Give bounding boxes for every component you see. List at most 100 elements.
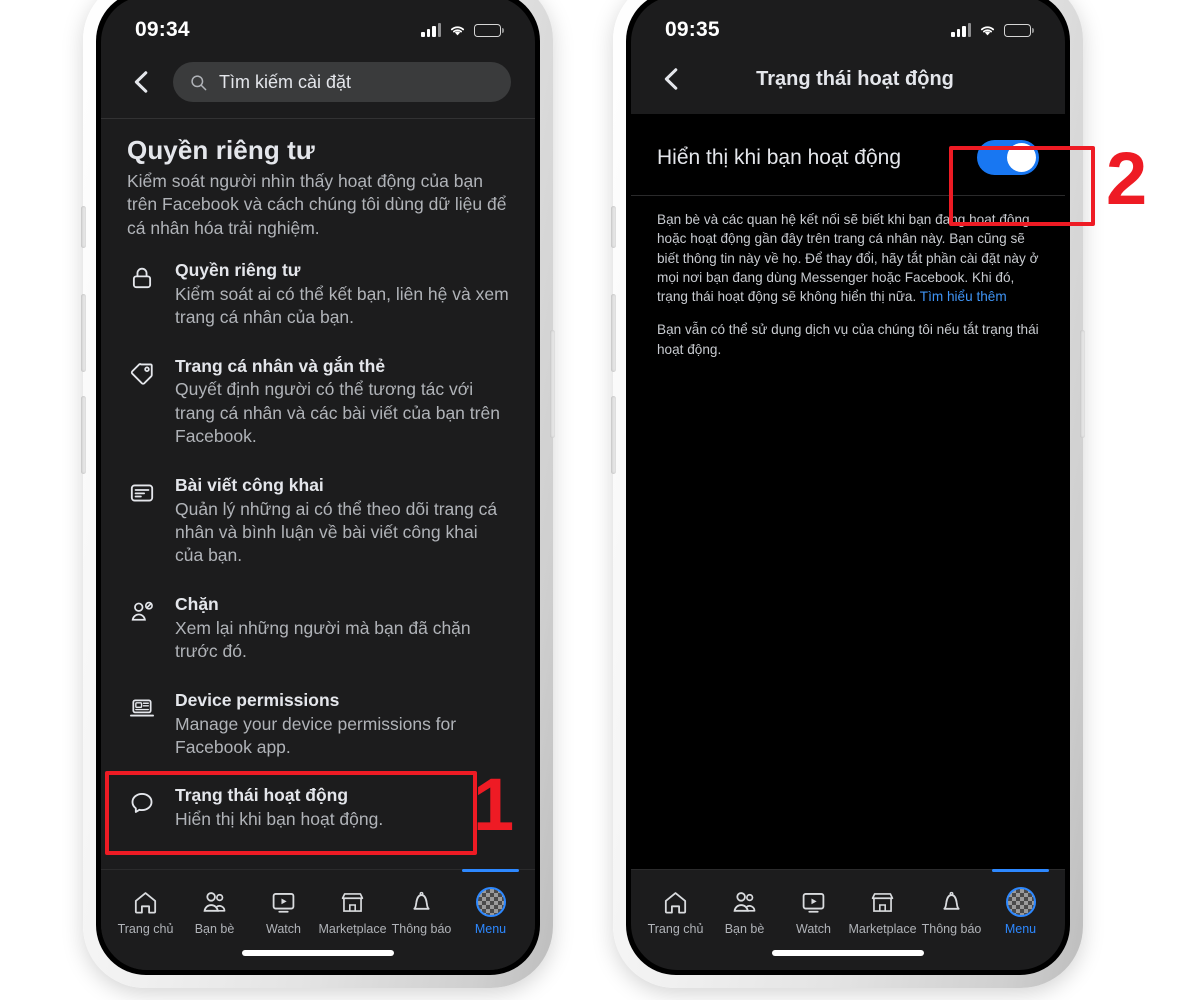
list-item-desc: Quyết định người có thể tương tác với tr… bbox=[175, 379, 500, 447]
tab-menu[interactable]: Menu bbox=[986, 869, 1055, 936]
tab-home[interactable]: Trang chủ bbox=[111, 880, 180, 936]
tab-watch[interactable]: Watch bbox=[249, 880, 318, 936]
tag-icon bbox=[127, 359, 157, 389]
settings-list: Quyền riêng tư Kiểm soát ai có thể kết b… bbox=[101, 244, 535, 856]
tab-label: Thông báo bbox=[921, 922, 982, 936]
watch-play-icon bbox=[800, 888, 827, 916]
search-input[interactable]: Tìm kiếm cài đặt bbox=[173, 62, 511, 102]
laptop-icon bbox=[127, 693, 157, 723]
watch-play-icon bbox=[270, 888, 297, 916]
tab-label: Bạn bè bbox=[724, 922, 765, 936]
friends-icon bbox=[201, 888, 228, 916]
list-item-device-permissions[interactable]: Device permissions Manage your device pe… bbox=[127, 690, 509, 760]
status-time: 09:34 bbox=[135, 18, 190, 41]
step-marker-2: 2 bbox=[1106, 137, 1148, 220]
tab-friends[interactable]: Bạn bè bbox=[710, 880, 779, 936]
tab-friends[interactable]: Bạn bè bbox=[180, 880, 249, 936]
settings-content: Quyền riêng tư Kiểm soát người nhìn thấy… bbox=[101, 119, 535, 869]
description-block: Bạn bè và các quan hệ kết nối sẽ biết kh… bbox=[631, 196, 1065, 359]
storefront-icon bbox=[339, 888, 366, 916]
tab-bar-right: Trang chủ Bạn bè Watch Marketplace Thông… bbox=[631, 869, 1065, 936]
silent-switch-button[interactable] bbox=[611, 206, 616, 248]
search-placeholder: Tìm kiếm cài đặt bbox=[219, 71, 352, 92]
list-item-desc: Kiểm soát ai có thể kết bạn, liên hệ và … bbox=[175, 283, 509, 328]
description-paragraph-2: Bạn vẫn có thể sử dụng dịch vụ của chúng… bbox=[657, 322, 1039, 357]
screen-left: 09:34 Tìm kiếm cài đặt Quyền riêng tư Ki… bbox=[101, 0, 535, 970]
home-indicator[interactable] bbox=[772, 950, 924, 956]
home-icon bbox=[132, 888, 159, 916]
list-item-title: Device permissions bbox=[175, 689, 340, 710]
power-button[interactable] bbox=[1080, 330, 1085, 438]
page-subtitle: Kiểm soát người nhìn thấy hoạt động của … bbox=[127, 171, 507, 238]
cellular-signal-icon bbox=[421, 23, 441, 37]
learn-more-link[interactable]: Tìm hiểu thêm bbox=[920, 289, 1007, 304]
active-tab-indicator bbox=[992, 869, 1049, 872]
volume-down-button[interactable] bbox=[81, 396, 86, 474]
volume-up-button[interactable] bbox=[81, 294, 86, 372]
tab-label: Watch bbox=[266, 922, 301, 936]
nav-bar-right: Trạng thái hoạt động bbox=[631, 52, 1065, 114]
tab-label: Trang chủ bbox=[647, 922, 704, 936]
battery-icon bbox=[1004, 23, 1034, 37]
switch-knob bbox=[1007, 143, 1036, 172]
list-item-profile-tagging[interactable]: Trang cá nhân và gắn thẻ Quyết định ngườ… bbox=[127, 356, 509, 449]
article-icon bbox=[127, 478, 157, 508]
tab-menu[interactable]: Menu bbox=[456, 869, 525, 936]
storefront-icon bbox=[869, 888, 896, 916]
phone-device-right: 09:35 Trạng thái hoạt động Hiển thị khi … bbox=[611, 0, 1095, 988]
active-status-content: Hiển thị khi bạn hoạt động Bạn bè và các… bbox=[631, 114, 1065, 869]
back-button[interactable] bbox=[125, 65, 159, 99]
tab-label: Marketplace bbox=[318, 922, 387, 936]
silent-switch-button[interactable] bbox=[81, 206, 86, 248]
list-item-title: Quyền riêng tư bbox=[175, 259, 301, 280]
description-paragraph-1: Bạn bè và các quan hệ kết nối sẽ biết kh… bbox=[657, 212, 1039, 305]
volume-down-button[interactable] bbox=[611, 396, 616, 474]
back-button[interactable] bbox=[655, 62, 689, 96]
list-item-privacy[interactable]: Quyền riêng tư Kiểm soát ai có thể kết b… bbox=[127, 260, 509, 330]
tab-label: Trang chủ bbox=[117, 922, 174, 936]
list-item-title: Trang cá nhân và gắn thẻ bbox=[175, 355, 386, 376]
cellular-signal-icon bbox=[951, 23, 971, 37]
bell-icon bbox=[938, 888, 965, 916]
screenshot-stage: 09:34 Tìm kiếm cài đặt Quyền riêng tư Ki… bbox=[0, 0, 1204, 1000]
list-item-desc: Manage your device permissions for Faceb… bbox=[175, 713, 457, 757]
active-status-switch[interactable] bbox=[977, 140, 1039, 175]
tab-marketplace[interactable]: Marketplace bbox=[318, 880, 387, 936]
list-item-title: Bài viết công khai bbox=[175, 474, 324, 495]
active-tab-indicator bbox=[462, 869, 519, 872]
list-item-desc: Hiển thị khi bạn hoạt động. bbox=[175, 809, 384, 830]
home-indicator-area bbox=[101, 936, 535, 970]
status-icons bbox=[421, 23, 504, 37]
list-item-blocking[interactable]: Chặn Xem lại những người mà bạn đã chặn … bbox=[127, 594, 509, 664]
avatar-icon bbox=[475, 887, 506, 917]
list-item-public-posts[interactable]: Bài viết công khai Quản lý những ai có t… bbox=[127, 475, 509, 568]
lock-icon bbox=[127, 263, 157, 293]
section-header: Quyền riêng tư Kiểm soát người nhìn thấy… bbox=[101, 119, 535, 244]
tab-label: Marketplace bbox=[848, 922, 917, 936]
phone-bezel-right: 09:35 Trạng thái hoạt động Hiển thị khi … bbox=[626, 0, 1070, 975]
tab-notifications[interactable]: Thông báo bbox=[917, 880, 986, 936]
bell-icon bbox=[408, 888, 435, 916]
screen-right: 09:35 Trạng thái hoạt động Hiển thị khi … bbox=[631, 0, 1065, 970]
home-indicator-area bbox=[631, 936, 1065, 970]
list-item-active-status[interactable]: Trạng thái hoạt động Hiển thị khi bạn ho… bbox=[105, 771, 509, 856]
nav-bar-left: Tìm kiếm cài đặt bbox=[101, 52, 535, 119]
step-marker-1: 1 bbox=[473, 763, 515, 846]
volume-up-button[interactable] bbox=[611, 294, 616, 372]
tab-watch[interactable]: Watch bbox=[779, 880, 848, 936]
power-button[interactable] bbox=[550, 330, 555, 438]
chat-bubble-icon bbox=[127, 788, 157, 818]
tab-notifications[interactable]: Thông báo bbox=[387, 880, 456, 936]
tab-label: Menu bbox=[1004, 922, 1037, 936]
tab-marketplace[interactable]: Marketplace bbox=[848, 880, 917, 936]
home-icon bbox=[662, 888, 689, 916]
status-bar-right: 09:35 bbox=[631, 0, 1065, 52]
status-bar-left: 09:34 bbox=[101, 0, 535, 52]
wifi-icon bbox=[978, 23, 997, 37]
home-indicator[interactable] bbox=[242, 950, 394, 956]
avatar-icon bbox=[1005, 887, 1036, 917]
list-item-title: Chặn bbox=[175, 593, 219, 614]
list-item-title: Trạng thái hoạt động bbox=[175, 785, 349, 806]
tab-home[interactable]: Trang chủ bbox=[641, 880, 710, 936]
active-status-toggle-row[interactable]: Hiển thị khi bạn hoạt động bbox=[631, 114, 1065, 196]
